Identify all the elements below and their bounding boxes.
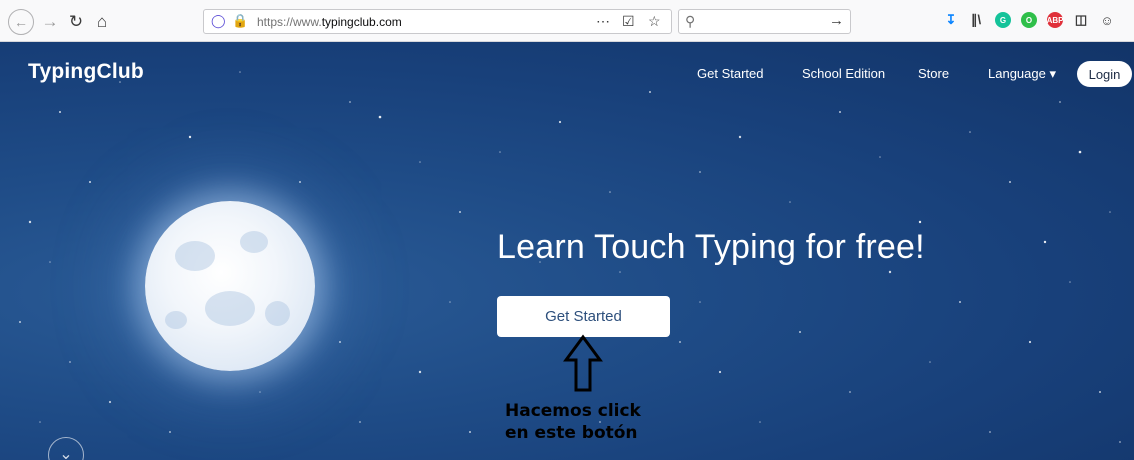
get-started-button[interactable]: Get Started [497, 296, 670, 337]
search-bar[interactable]: ⚲ → [678, 9, 851, 34]
nav-store[interactable]: Store [918, 66, 949, 81]
adblock-icon[interactable]: ABP [1047, 12, 1063, 28]
search-go-icon[interactable]: → [829, 12, 844, 29]
site-logo[interactable]: TypingClub [28, 60, 144, 84]
url-host: typingclub [321, 15, 376, 29]
green-extension-icon[interactable]: O [1021, 12, 1037, 28]
annotation-line-1: Hacemos click [505, 401, 641, 421]
library-icon[interactable]: ∥\ [968, 12, 984, 28]
search-icon: ⚲ [685, 13, 696, 29]
grammarly-icon[interactable]: G [995, 12, 1011, 28]
nav-school-edition[interactable]: School Edition [802, 66, 885, 81]
nav-get-started[interactable]: Get Started [697, 66, 763, 81]
login-button[interactable]: Login [1077, 61, 1132, 87]
moon-illustration [145, 201, 315, 371]
forward-icon[interactable]: → [38, 9, 62, 33]
home-icon[interactable]: ⌂ [90, 9, 114, 33]
url-text[interactable]: https://www.typingclub.com [257, 15, 402, 29]
url-suffix: .com [375, 15, 402, 29]
bookmark-star-icon[interactable]: ☆ [648, 13, 661, 30]
reader-view-icon[interactable]: ◫ [1073, 12, 1089, 28]
pocket-icon[interactable]: ☑ [622, 13, 635, 30]
page-actions-icon[interactable]: ⋯ [596, 13, 610, 30]
account-icon[interactable]: ☺ [1099, 12, 1115, 28]
annotation-line-2: en este botón [505, 423, 638, 443]
download-icon[interactable]: ↧ [943, 12, 959, 28]
reload-icon[interactable]: ↻ [64, 9, 88, 33]
browser-toolbar: ← → ↻ ⌂ ◯ 🔒 https://www.typingclub.com ⋯… [0, 0, 1134, 42]
address-bar[interactable]: ◯ 🔒 https://www.typingclub.com ⋯ ☑ ☆ [203, 9, 672, 34]
nav-language-dropdown[interactable]: Language ▾ [988, 66, 1056, 82]
tracking-shield-icon[interactable]: ◯ [211, 13, 226, 29]
typingclub-homepage: TypingClub Get Started School Edition St… [0, 42, 1134, 460]
url-prefix: https://www. [257, 15, 322, 29]
annotation-text: Hacemos click en este botón [505, 400, 641, 444]
hero-title: Learn Touch Typing for free! [497, 228, 925, 266]
lock-icon[interactable]: 🔒 [232, 13, 248, 29]
back-icon[interactable]: ← [8, 9, 34, 35]
arrow-up-icon [563, 334, 603, 392]
